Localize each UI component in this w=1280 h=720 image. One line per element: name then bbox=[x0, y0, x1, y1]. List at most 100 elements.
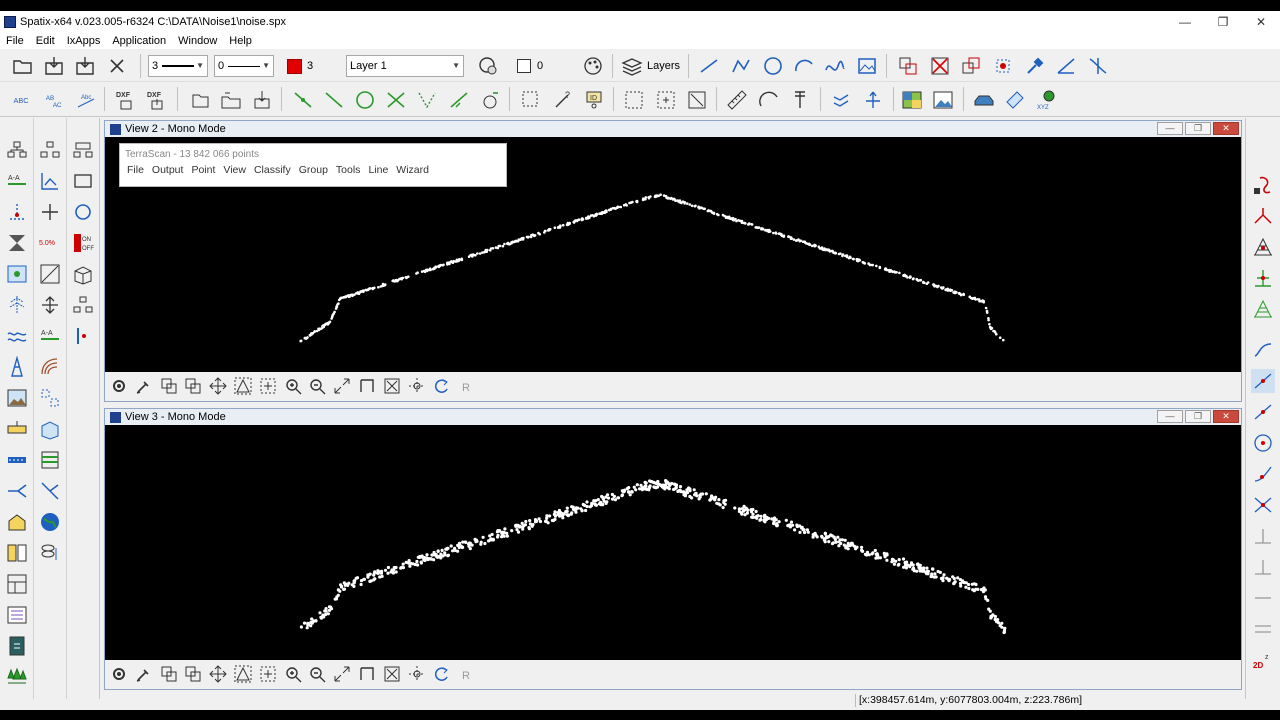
view-2-close-button[interactable]: ✕ bbox=[1213, 122, 1239, 135]
line-style-select[interactable]: 0 ▼ bbox=[214, 55, 274, 77]
ruler-tool-icon[interactable] bbox=[1003, 88, 1027, 112]
layers-icon[interactable] bbox=[620, 54, 644, 78]
view-dynamic-icon[interactable] bbox=[405, 374, 429, 398]
landscape-view-icon[interactable] bbox=[5, 386, 29, 410]
palette-icon[interactable] bbox=[581, 54, 605, 78]
layer-manager-icon[interactable] bbox=[476, 54, 500, 78]
text-edit-icon[interactable]: AB AC bbox=[42, 88, 70, 112]
intersection-snap-icon[interactable] bbox=[1251, 493, 1275, 517]
axis-snap-icon[interactable] bbox=[1251, 266, 1275, 290]
snap-center-icon[interactable] bbox=[353, 88, 377, 112]
undo-view-icon[interactable] bbox=[429, 374, 453, 398]
snap-angle-icon[interactable] bbox=[415, 88, 439, 112]
rotate-view-icon[interactable] bbox=[355, 374, 379, 398]
terrascan-menu-point[interactable]: Point bbox=[187, 164, 219, 176]
copy-view-icon[interactable] bbox=[157, 662, 181, 686]
zoom-out-icon[interactable] bbox=[305, 662, 329, 686]
layout-grid-icon[interactable] bbox=[5, 572, 29, 596]
menu-edit[interactable]: Edit bbox=[30, 35, 61, 47]
vegetation-icon[interactable] bbox=[5, 665, 29, 689]
vertical-snap-icon[interactable] bbox=[1251, 555, 1275, 579]
midpoint-snap-icon[interactable] bbox=[1251, 400, 1275, 424]
raster-manager-icon[interactable] bbox=[931, 88, 955, 112]
snap-endpoint-icon[interactable] bbox=[322, 88, 346, 112]
tool-hierarchy-icon[interactable] bbox=[5, 138, 29, 162]
text-place-icon[interactable]: ABC bbox=[8, 88, 38, 112]
fit-view-icon[interactable] bbox=[685, 88, 709, 112]
vertex-snap-icon[interactable] bbox=[1251, 369, 1275, 393]
zoom-out-icon[interactable] bbox=[305, 374, 329, 398]
terrascan-menu-wizard[interactable]: Wizard bbox=[392, 164, 433, 176]
save-icon[interactable] bbox=[42, 54, 66, 78]
tool-hierarchy-3-icon[interactable] bbox=[71, 138, 95, 162]
menu-help[interactable]: Help bbox=[223, 35, 258, 47]
query-id-icon[interactable]: ID bbox=[582, 88, 606, 112]
draw-polyline-icon[interactable] bbox=[729, 54, 753, 78]
view-3-restore-button[interactable]: ❐ bbox=[1185, 410, 1211, 423]
fit-extents-icon[interactable] bbox=[231, 374, 255, 398]
text-along-icon[interactable]: Abc bbox=[74, 88, 98, 112]
rotate-element-icon[interactable] bbox=[991, 54, 1015, 78]
close-file-icon[interactable] bbox=[105, 54, 129, 78]
open-folder-icon[interactable] bbox=[11, 54, 35, 78]
terrascan-menu-view[interactable]: View bbox=[219, 164, 250, 176]
raster-image-icon[interactable] bbox=[900, 88, 924, 112]
measure-angle-tool-icon[interactable] bbox=[757, 88, 781, 112]
draw-arc-icon[interactable] bbox=[792, 54, 816, 78]
road-section-icon[interactable] bbox=[5, 448, 29, 472]
diagonal-line-icon[interactable] bbox=[38, 262, 62, 286]
open-multiple-icon[interactable] bbox=[219, 88, 243, 112]
profile-icon[interactable] bbox=[38, 169, 62, 193]
pan-view-icon[interactable] bbox=[206, 662, 230, 686]
contour-icon[interactable] bbox=[38, 355, 62, 379]
view-3-minimize-button[interactable]: — bbox=[1157, 410, 1183, 423]
snap-line-icon[interactable] bbox=[291, 88, 315, 112]
place-image-icon[interactable] bbox=[855, 54, 879, 78]
vertical-move-icon[interactable] bbox=[38, 293, 62, 317]
draw-circle-icon[interactable] bbox=[761, 54, 785, 78]
rotate-view-icon[interactable] bbox=[355, 662, 379, 686]
tool-hierarchy-2-icon[interactable] bbox=[38, 138, 62, 162]
split-view-icon[interactable] bbox=[38, 386, 62, 410]
measure-height-icon[interactable] bbox=[788, 88, 812, 112]
zoom-window-icon[interactable] bbox=[256, 662, 280, 686]
tower-icon[interactable] bbox=[5, 355, 29, 379]
frame-split-icon[interactable] bbox=[5, 541, 29, 565]
view-grid-icon[interactable] bbox=[5, 262, 29, 286]
save-as-icon[interactable] bbox=[73, 54, 97, 78]
tree-points-icon[interactable] bbox=[5, 293, 29, 317]
report-icon[interactable] bbox=[5, 603, 29, 627]
curve-snap-icon[interactable] bbox=[1251, 338, 1275, 362]
fit-view-arrows-icon[interactable] bbox=[330, 662, 354, 686]
curve-point-snap-icon[interactable] bbox=[1251, 462, 1275, 486]
branch-line-icon[interactable] bbox=[5, 479, 29, 503]
element-info-icon[interactable]: ? bbox=[551, 88, 575, 112]
vehicle-icon[interactable] bbox=[972, 88, 996, 112]
parallel-snap-icon[interactable] bbox=[1251, 617, 1275, 641]
menu-file[interactable]: File bbox=[0, 35, 30, 47]
terrascan-menu-line[interactable]: Line bbox=[364, 164, 392, 176]
draw-line-icon[interactable] bbox=[697, 54, 721, 78]
view-2-point-cloud-canvas[interactable]: TerraScan - 13 842 066 points File Outpu… bbox=[105, 137, 1241, 372]
snap-tangent-icon[interactable] bbox=[478, 88, 502, 112]
point-drop-icon[interactable] bbox=[5, 200, 29, 224]
update-view-icon[interactable] bbox=[132, 662, 156, 686]
line-weight-select[interactable]: 3 ▼ bbox=[148, 55, 208, 77]
terrascan-menu-classify[interactable]: Classify bbox=[250, 164, 295, 176]
snap-intersection-icon[interactable] bbox=[384, 88, 408, 112]
eyedropper-icon[interactable] bbox=[1023, 54, 1047, 78]
box-3d-icon[interactable] bbox=[38, 417, 62, 441]
fence-select-icon[interactable] bbox=[519, 88, 543, 112]
view-center-icon[interactable] bbox=[380, 374, 404, 398]
fill-checkbox[interactable] bbox=[512, 54, 536, 78]
stack-tool-icon[interactable] bbox=[38, 541, 62, 565]
terrascan-menu-tools[interactable]: Tools bbox=[332, 164, 365, 176]
update-view-icon[interactable] bbox=[132, 374, 156, 398]
horizontal-snap-icon[interactable] bbox=[1251, 586, 1275, 610]
scale-factor-icon[interactable]: 5.0% bbox=[38, 231, 62, 255]
pan-view-icon[interactable] bbox=[206, 374, 230, 398]
on-off-toggle-icon[interactable]: ON OFF bbox=[71, 231, 95, 255]
rectangle-icon[interactable] bbox=[71, 169, 95, 193]
coordinate-system-icon[interactable]: XYZ bbox=[1034, 88, 1058, 112]
copy-view-2-icon[interactable] bbox=[181, 374, 205, 398]
